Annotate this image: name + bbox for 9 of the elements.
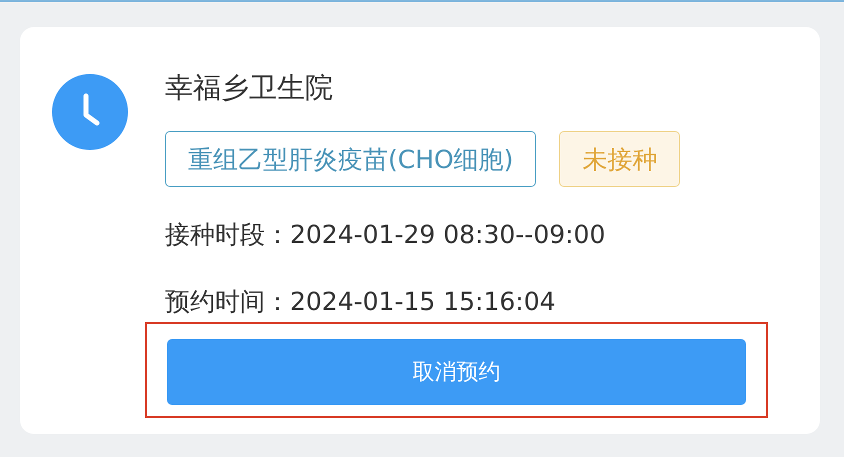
cancel-button[interactable]: 取消预约 [167, 339, 746, 405]
clinic-name: 幸福乡卫生院 [165, 70, 334, 106]
detail-value: 2024-01-15 15:16:04 [290, 287, 556, 316]
detail-label: 接种时段： [165, 220, 290, 249]
detail-label: 预约时间： [165, 287, 290, 316]
detail-value: 2024-01-29 08:30--09:00 [290, 220, 606, 249]
vaccine-tag: 重组乙型肝炎疫苗(CHO细胞) [165, 131, 536, 187]
clock-icon [52, 74, 128, 150]
status-tag: 未接种 [559, 131, 680, 187]
